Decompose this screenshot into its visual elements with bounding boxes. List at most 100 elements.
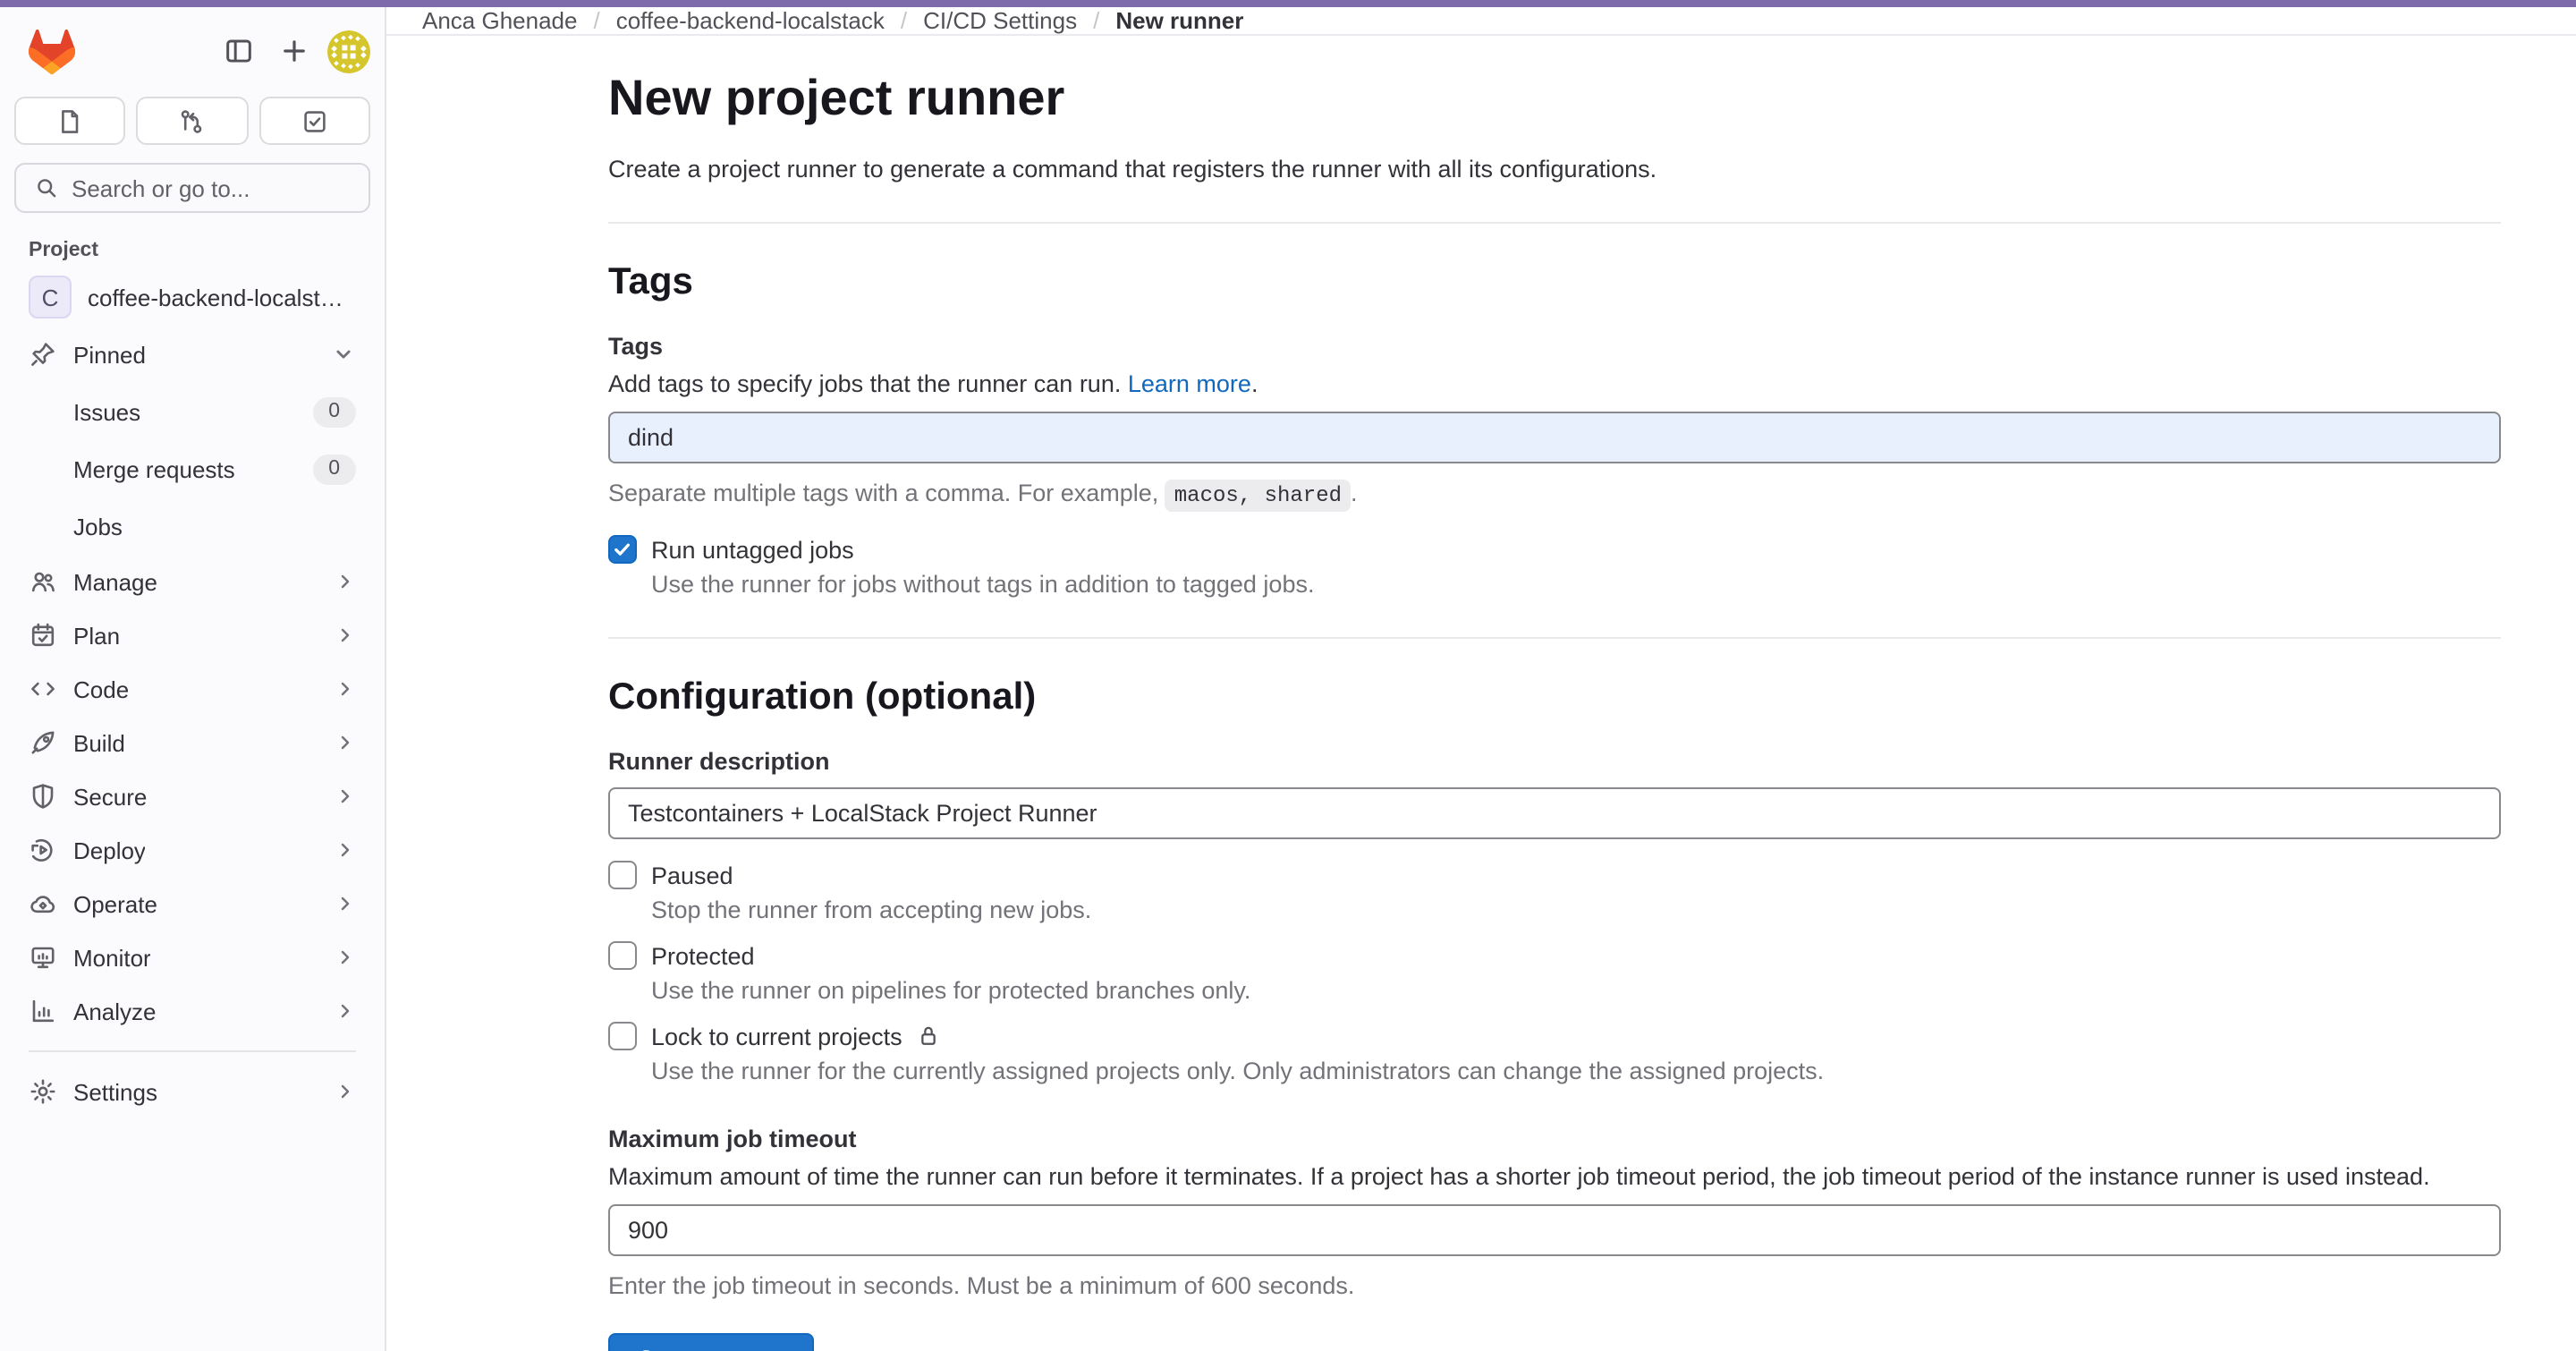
tags-hint: Separate multiple tags with a comma. For… <box>608 476 2501 514</box>
chevron-right-icon <box>335 625 356 646</box>
lock-icon <box>917 1024 942 1049</box>
breadcrumb-item-user[interactable]: Anca Ghenade <box>422 7 577 34</box>
chevron-right-icon <box>335 678 356 700</box>
breadcrumb: Anca Ghenade / coffee-backend-localstack… <box>386 7 2576 36</box>
issues-count-badge: 0 <box>312 396 356 427</box>
tags-field-label: Tags <box>608 331 2501 361</box>
search-input[interactable]: Search or go to... <box>14 163 370 213</box>
merge-requests-shortcut-button[interactable] <box>137 97 249 145</box>
page-title: New project runner <box>608 68 2501 129</box>
protected-row: Protected <box>608 941 2501 970</box>
sidebar-item-project[interactable]: C coffee-backend-localstack <box>14 268 370 326</box>
max-job-timeout-helper: Enter the job timeout in seconds. Must b… <box>608 1269 2501 1303</box>
section-divider <box>608 637 2501 639</box>
project-name: coffee-backend-localstack <box>88 284 356 310</box>
sidebar-item-operate[interactable]: Operate <box>14 877 370 930</box>
chevron-right-icon <box>335 1000 356 1022</box>
runner-description-input[interactable] <box>608 787 2501 839</box>
issues-doc-icon <box>55 106 84 135</box>
users-icon <box>29 567 57 596</box>
search-icon <box>34 175 59 200</box>
chevron-right-icon <box>335 786 356 807</box>
sidebar-item-deploy[interactable]: Deploy <box>14 823 370 877</box>
lock-to-projects-label[interactable]: Lock to current projects <box>651 1023 902 1049</box>
max-job-timeout-input[interactable] <box>608 1204 2501 1256</box>
project-avatar: C <box>29 276 72 319</box>
sidebar-item-code[interactable]: Code <box>14 662 370 716</box>
chevron-right-icon <box>335 947 356 968</box>
deploy-play-icon <box>29 836 57 864</box>
shield-icon <box>29 782 57 811</box>
tags-example-code: macos, shared <box>1165 480 1351 512</box>
protected-label[interactable]: Protected <box>651 942 755 969</box>
max-job-timeout-description: Maximum amount of time the runner can ru… <box>608 1160 2501 1194</box>
pinned-label: Pinned <box>73 341 146 368</box>
sidebar: Search or go to... Project C coffee-back… <box>0 7 386 1351</box>
chevron-right-icon <box>335 732 356 753</box>
run-untagged-jobs-checkbox[interactable] <box>608 535 637 564</box>
search-placeholder: Search or go to... <box>72 174 250 201</box>
sidebar-item-analyze[interactable]: Analyze <box>14 984 370 1038</box>
breadcrumb-item-project[interactable]: coffee-backend-localstack <box>616 7 885 34</box>
gear-icon <box>29 1077 57 1106</box>
section-divider <box>608 222 2501 224</box>
todo-shortcut-button[interactable] <box>258 97 370 145</box>
merge-requests-count-badge: 0 <box>312 454 356 484</box>
chevron-right-icon <box>335 839 356 861</box>
tags-input[interactable] <box>608 412 2501 463</box>
max-job-timeout-label: Maximum job timeout <box>608 1124 2501 1154</box>
sidebar-item-manage[interactable]: Manage <box>14 555 370 608</box>
page-subtitle: Create a project runner to generate a co… <box>608 152 2501 186</box>
monitor-icon <box>29 943 57 972</box>
plus-icon[interactable] <box>272 30 315 72</box>
sidebar-item-issues[interactable]: Issues 0 <box>14 383 370 440</box>
rocket-icon <box>29 728 57 757</box>
sidebar-item-plan[interactable]: Plan <box>14 608 370 662</box>
sidebar-item-secure[interactable]: Secure <box>14 769 370 823</box>
run-untagged-jobs-label[interactable]: Run untagged jobs <box>651 536 854 563</box>
issues-shortcut-button[interactable] <box>14 97 126 145</box>
learn-more-link[interactable]: Learn more <box>1128 370 1251 397</box>
todo-check-icon <box>301 106 329 135</box>
sidebar-item-settings[interactable]: Settings <box>14 1065 370 1118</box>
run-untagged-jobs-help: Use the runner for jobs without tags in … <box>651 567 2501 601</box>
sidebar-item-pinned[interactable]: Pinned <box>14 326 370 383</box>
protected-checkbox[interactable] <box>608 941 637 970</box>
sidebar-item-merge-requests[interactable]: Merge requests 0 <box>14 440 370 497</box>
chevron-right-icon <box>335 571 356 592</box>
gitlab-tanuki-icon[interactable] <box>29 28 75 74</box>
run-untagged-jobs-row: Run untagged jobs <box>608 535 2501 564</box>
merge-request-icon <box>178 106 207 135</box>
lock-to-projects-checkbox[interactable] <box>608 1022 637 1050</box>
sidebar-item-jobs[interactable]: Jobs <box>14 497 370 555</box>
lock-to-projects-row: Lock to current projects <box>608 1022 2501 1050</box>
breadcrumb-item-current: New runner <box>1115 7 1243 34</box>
runner-description-label: Runner description <box>608 746 2501 777</box>
calendar-check-icon <box>29 621 57 650</box>
tags-section-title: Tags <box>608 259 2501 304</box>
cloud-pod-icon <box>29 889 57 918</box>
chevron-right-icon <box>335 1081 356 1102</box>
tags-help-text: Add tags to specify jobs that the runner… <box>608 367 2501 401</box>
create-runner-button[interactable]: Create runner <box>608 1333 815 1351</box>
configuration-section-title: Configuration (optional) <box>608 675 2501 719</box>
sidebar-toggle-icon[interactable] <box>216 30 259 72</box>
user-avatar-identicon[interactable] <box>327 30 370 72</box>
window-accent-strip <box>0 0 2576 7</box>
bar-chart-icon <box>29 997 57 1025</box>
paused-checkbox[interactable] <box>608 861 637 889</box>
lock-to-projects-help: Use the runner for the currently assigne… <box>651 1054 2501 1088</box>
chevron-down-icon <box>331 342 356 367</box>
paused-row: Paused <box>608 861 2501 889</box>
paused-help: Stop the runner from accepting new jobs. <box>651 893 2501 927</box>
paused-label[interactable]: Paused <box>651 862 733 888</box>
gitlab-window: Search or go to... Project C coffee-back… <box>0 0 2576 1351</box>
pin-icon <box>29 340 57 369</box>
breadcrumb-item-cicd-settings[interactable]: CI/CD Settings <box>923 7 1077 34</box>
code-icon <box>29 675 57 703</box>
sidebar-item-monitor[interactable]: Monitor <box>14 930 370 984</box>
new-runner-form: New project runner Create a project runn… <box>386 36 2576 1351</box>
sidebar-item-build[interactable]: Build <box>14 716 370 769</box>
sidebar-section-label: Project <box>29 240 356 261</box>
chevron-right-icon <box>335 893 356 914</box>
